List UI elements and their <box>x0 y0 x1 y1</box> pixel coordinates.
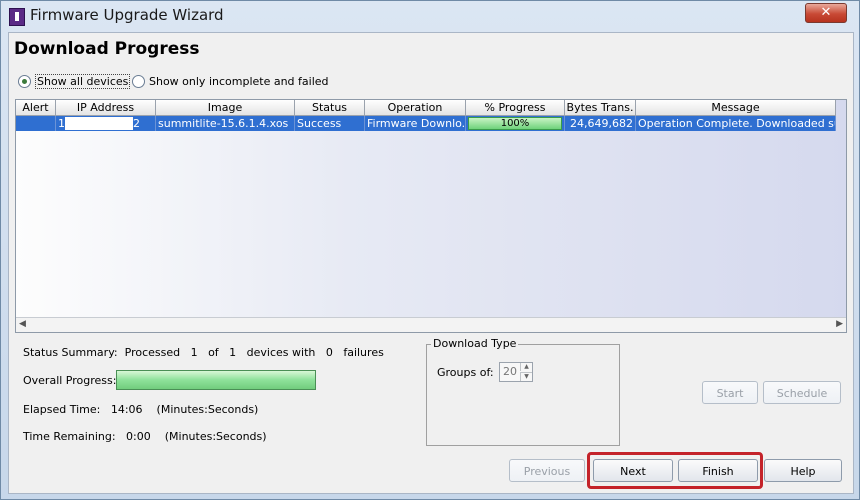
cell-bytes: 24,649,682 <box>565 116 636 131</box>
scroll-right-icon[interactable]: ▶ <box>836 319 843 329</box>
start-button[interactable]: Start <box>702 381 758 404</box>
col-bytes[interactable]: Bytes Trans. <box>565 100 636 115</box>
remaining-label: Time Remaining: <box>23 430 116 443</box>
radio-selected-icon[interactable] <box>18 74 31 88</box>
cell-operation: Firmware Downlo... <box>367 116 466 131</box>
col-operation[interactable]: Operation <box>365 100 466 115</box>
show-incomplete-radio[interactable]: Show only incomplete and failed <box>132 73 329 89</box>
download-type-legend: Download Type <box>431 337 519 350</box>
table-row[interactable]: 12 summitlite-15.6.1.4.xos Success Firmw… <box>16 116 836 131</box>
time-remaining: Time Remaining: 0:00 (Minutes:Seconds) <box>23 430 267 443</box>
elapsed-unit: (Minutes:Seconds) <box>156 403 259 416</box>
ip-prefix: 1 <box>58 117 65 130</box>
status-summary: Status Summary: Processed 1 of 1 devices… <box>23 346 384 359</box>
radio-unselected-icon[interactable] <box>132 74 145 88</box>
col-ip-address[interactable]: IP Address <box>56 100 156 115</box>
col-progress[interactable]: % Progress <box>466 100 565 115</box>
next-finish-highlight <box>587 452 763 489</box>
remaining-value: 0:00 <box>126 430 151 443</box>
device-table[interactable]: Alert IP Address Image Status Operation … <box>15 99 847 333</box>
col-message[interactable]: Message <box>636 100 836 115</box>
scroll-left-icon[interactable]: ◀ <box>19 319 26 329</box>
row-progress-bar: 100% <box>468 117 562 130</box>
overall-progress-label: Overall Progress: <box>23 374 117 387</box>
overall-progress-bar <box>116 370 316 390</box>
elapsed-label: Elapsed Time: <box>23 403 101 416</box>
page-title: Download Progress <box>14 39 200 59</box>
col-status[interactable]: Status <box>295 100 365 115</box>
cell-image: summitlite-15.6.1.4.xos <box>156 116 295 131</box>
schedule-button[interactable]: Schedule <box>763 381 841 404</box>
title-bar[interactable]: Firmware Upgrade Wizard ✕ <box>1 1 859 31</box>
cell-alert <box>16 116 56 131</box>
wizard-window: Firmware Upgrade Wizard ✕ Download Progr… <box>0 0 860 500</box>
previous-button[interactable]: Previous <box>509 459 585 482</box>
download-type-group: Download Type Groups of: 20 ▲ ▼ <box>426 337 620 446</box>
window-title: Firmware Upgrade Wizard <box>30 6 224 24</box>
horizontal-scrollbar[interactable]: ◀ ▶ <box>16 317 846 332</box>
close-button[interactable]: ✕ <box>805 3 847 23</box>
col-alert[interactable]: Alert <box>16 100 56 115</box>
status-summary-text: Processed 1 of 1 devices with 0 failures <box>124 346 384 359</box>
spin-down-icon[interactable]: ▼ <box>520 372 532 381</box>
groups-of-value[interactable]: 20 <box>503 365 517 378</box>
cell-progress: 100% <box>466 116 565 131</box>
show-all-label[interactable]: Show all devices <box>35 73 131 89</box>
status-summary-label: Status Summary: <box>23 346 118 359</box>
cell-ip-address: 12 <box>56 116 156 131</box>
show-all-radio[interactable]: Show all devices <box>18 73 131 89</box>
ip-suffix: 2 <box>133 117 140 130</box>
remaining-unit: (Minutes:Seconds) <box>164 430 267 443</box>
table-header: Alert IP Address Image Status Operation … <box>16 100 836 116</box>
show-incomplete-label[interactable]: Show only incomplete and failed <box>149 75 329 88</box>
col-image[interactable]: Image <box>156 100 295 115</box>
app-icon <box>9 8 25 26</box>
wizard-content: Download Progress Show all devices Show … <box>8 32 854 494</box>
groups-of-label: Groups of: <box>437 366 494 379</box>
cell-status: Success <box>295 116 365 131</box>
spin-up-icon[interactable]: ▲ <box>520 363 532 371</box>
elapsed-time: Elapsed Time: 14:06 (Minutes:Seconds) <box>23 403 258 416</box>
help-button[interactable]: Help <box>764 459 842 482</box>
groups-of-spinner[interactable]: 20 ▲ ▼ <box>499 362 533 382</box>
elapsed-value: 14:06 <box>110 403 143 416</box>
ip-redaction <box>65 117 133 130</box>
cell-message: Operation Complete. Downloaded sum... <box>636 116 836 131</box>
